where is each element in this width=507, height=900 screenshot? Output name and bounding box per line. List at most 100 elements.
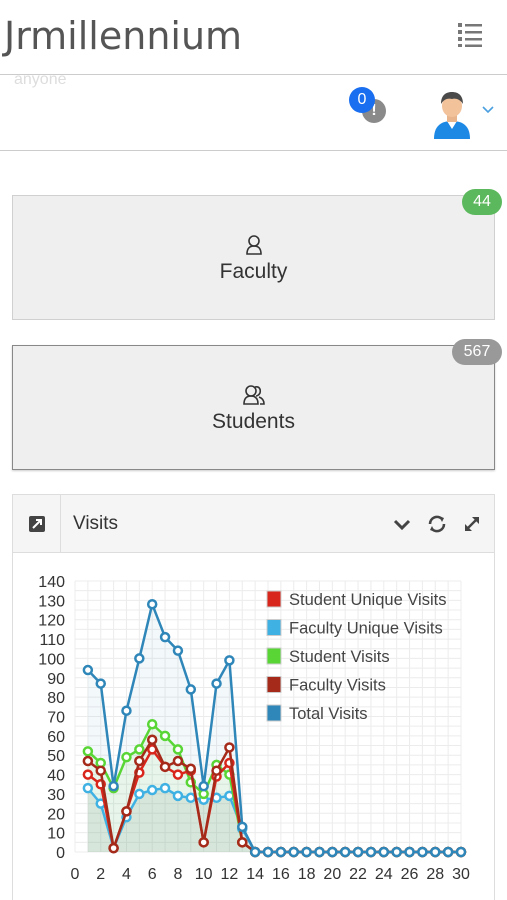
x-tick-label: 30 xyxy=(452,866,470,883)
data-point xyxy=(198,837,209,848)
y-tick-label: 30 xyxy=(47,787,65,804)
x-tick-label: 8 xyxy=(173,866,182,883)
data-point xyxy=(442,846,454,858)
data-point xyxy=(211,765,222,776)
students-label: Students xyxy=(212,410,295,433)
y-tick-label: 20 xyxy=(47,806,65,823)
students-count-badge: 567 xyxy=(452,339,502,365)
data-point xyxy=(314,846,325,858)
x-tick-label: 26 xyxy=(401,866,419,883)
data-point xyxy=(185,684,197,695)
data-point xyxy=(172,755,184,767)
y-tick-label: 10 xyxy=(47,826,65,843)
x-tick-label: 28 xyxy=(426,866,444,883)
notification-count-badge: 0 xyxy=(349,87,375,113)
data-point xyxy=(159,631,171,643)
menu-list-icon[interactable] xyxy=(456,20,484,48)
data-point xyxy=(82,746,94,757)
data-point xyxy=(121,806,132,817)
x-tick-label: 24 xyxy=(375,866,393,883)
data-point xyxy=(82,769,94,780)
data-point xyxy=(159,761,171,773)
data-point xyxy=(417,846,428,858)
data-point xyxy=(365,846,377,858)
x-tick-label: 20 xyxy=(323,866,341,883)
user-bar: anyone ! 0 xyxy=(0,71,507,151)
legend-swatch xyxy=(266,619,282,636)
x-tick-label: 16 xyxy=(272,866,290,883)
data-point xyxy=(430,846,441,858)
faculty-tile[interactable]: Faculty xyxy=(12,195,495,320)
x-tick-label: 10 xyxy=(195,866,213,883)
users-icon xyxy=(13,384,494,406)
data-point xyxy=(146,734,158,745)
panel-header: Visits xyxy=(13,495,494,553)
x-tick-label: 0 xyxy=(71,866,80,883)
legend-swatch xyxy=(266,590,282,608)
visits-chart: 01020304050607080901001101201301400 2 4 6 8 1… xyxy=(38,574,470,883)
data-point xyxy=(121,705,132,716)
y-tick-label: 60 xyxy=(47,729,65,746)
top-bar: Jrmillennium xyxy=(0,0,507,75)
chevron-down-icon[interactable] xyxy=(480,101,496,117)
legend-label: Faculty Unique Visits xyxy=(289,620,443,638)
legend-label: Total Visits xyxy=(289,705,368,723)
data-point xyxy=(378,846,390,858)
y-tick-label: 50 xyxy=(47,748,65,765)
data-point xyxy=(301,846,312,858)
data-point xyxy=(146,598,158,610)
data-point xyxy=(404,846,415,858)
fullscreen-icon[interactable] xyxy=(461,513,483,535)
data-point xyxy=(327,846,338,858)
brand-title[interactable]: Jrmillennium xyxy=(4,14,242,58)
data-point xyxy=(172,645,184,656)
x-tick-label: 12 xyxy=(221,866,239,883)
x-tick-label: 6 xyxy=(148,866,157,883)
visits-panel: Visits 0 10 20 30 40 50 60 70 80 90 100 110 120 130 14… xyxy=(12,494,495,900)
refresh-icon[interactable] xyxy=(426,513,448,535)
data-point xyxy=(82,664,94,676)
legend-swatch xyxy=(266,676,282,693)
data-point xyxy=(262,846,274,858)
x-tick-label: 18 xyxy=(298,866,316,883)
data-point xyxy=(134,653,145,664)
data-point xyxy=(275,846,287,858)
data-point xyxy=(172,744,184,755)
user-avatar[interactable] xyxy=(430,89,474,139)
data-point xyxy=(237,821,248,833)
y-tick-label: 120 xyxy=(38,613,65,630)
y-tick-label: 140 xyxy=(38,574,65,591)
y-tick-label: 100 xyxy=(38,651,65,668)
data-point xyxy=(185,792,197,804)
data-point xyxy=(224,655,235,666)
students-tile[interactable]: Students xyxy=(12,345,495,470)
data-point xyxy=(159,730,171,742)
y-tick-label: 130 xyxy=(38,593,65,610)
x-tick-label: 4 xyxy=(122,866,131,883)
data-point xyxy=(455,846,467,858)
data-point xyxy=(249,846,261,858)
faculty-count-badge: 44 xyxy=(462,189,502,215)
data-point xyxy=(172,790,184,802)
data-point xyxy=(391,846,402,858)
data-point xyxy=(237,837,248,848)
data-point xyxy=(108,780,119,792)
y-tick-label: 110 xyxy=(39,632,65,649)
data-point xyxy=(146,784,158,796)
data-point xyxy=(121,751,132,763)
legend-label: Student Visits xyxy=(289,648,390,666)
data-point xyxy=(134,788,145,800)
y-tick-label: 90 xyxy=(47,671,65,688)
data-point xyxy=(82,755,94,767)
notifications-button[interactable]: ! 0 xyxy=(346,87,390,127)
data-point xyxy=(172,769,184,780)
x-tick-label: 2 xyxy=(96,866,105,883)
x-tick-label: 22 xyxy=(349,866,367,883)
chevron-down-icon[interactable] xyxy=(391,513,413,535)
external-link-icon[interactable] xyxy=(13,495,61,553)
data-point xyxy=(108,842,119,854)
legend-label: Student Unique Visits xyxy=(289,591,446,609)
y-tick-label: 40 xyxy=(47,768,65,785)
data-point xyxy=(95,765,106,776)
data-point xyxy=(352,846,364,858)
